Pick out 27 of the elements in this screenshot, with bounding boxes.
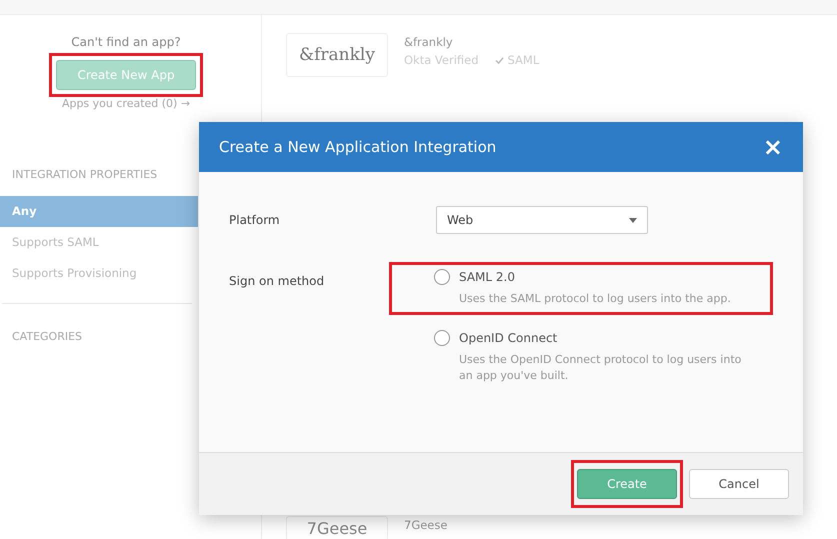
option-label: SAML 2.0 — [459, 270, 515, 284]
app-name: &frankly — [404, 35, 454, 49]
app-name: 7Geese — [404, 518, 448, 532]
cancel-button[interactable]: Cancel — [689, 469, 789, 499]
dialog-title: Create a New Application Integration — [219, 138, 496, 156]
field-label: Platform — [229, 212, 281, 229]
radio-button[interactable] — [434, 269, 450, 285]
radio-button[interactable] — [434, 330, 450, 346]
check-icon — [494, 56, 504, 64]
filter-item[interactable]: Supports Provisioning — [0, 258, 198, 289]
create-button[interactable]: Create — [577, 469, 677, 499]
app-logo: &frankly — [286, 33, 388, 77]
field-label: Sign on method — [229, 273, 326, 290]
option-description: Uses the SAML protocol to log users into the app. — [459, 291, 732, 307]
option-label: OpenID Connect — [459, 330, 558, 344]
section-heading: INTEGRATION PROPERTIES — [12, 168, 158, 183]
option-description: Uses the OpenID Connect protocol to log users into an app you've built. — [459, 352, 742, 384]
caret-icon — [629, 218, 637, 222]
close-button[interactable]: × — [762, 135, 783, 159]
filter-item[interactable]: Any — [0, 196, 198, 227]
filter-item[interactable]: Supports SAML — [0, 227, 198, 258]
platform-dropdown[interactable]: Web — [436, 206, 648, 234]
app-logo: 7Geese — [286, 516, 388, 539]
section-heading: CATEGORIES — [12, 330, 84, 345]
apps-created-link[interactable]: Apps you created (0) → — [62, 97, 190, 110]
prompt-text: Can't find an app? — [71, 35, 181, 49]
create-new-app-button[interactable]: Create New App — [56, 60, 196, 90]
